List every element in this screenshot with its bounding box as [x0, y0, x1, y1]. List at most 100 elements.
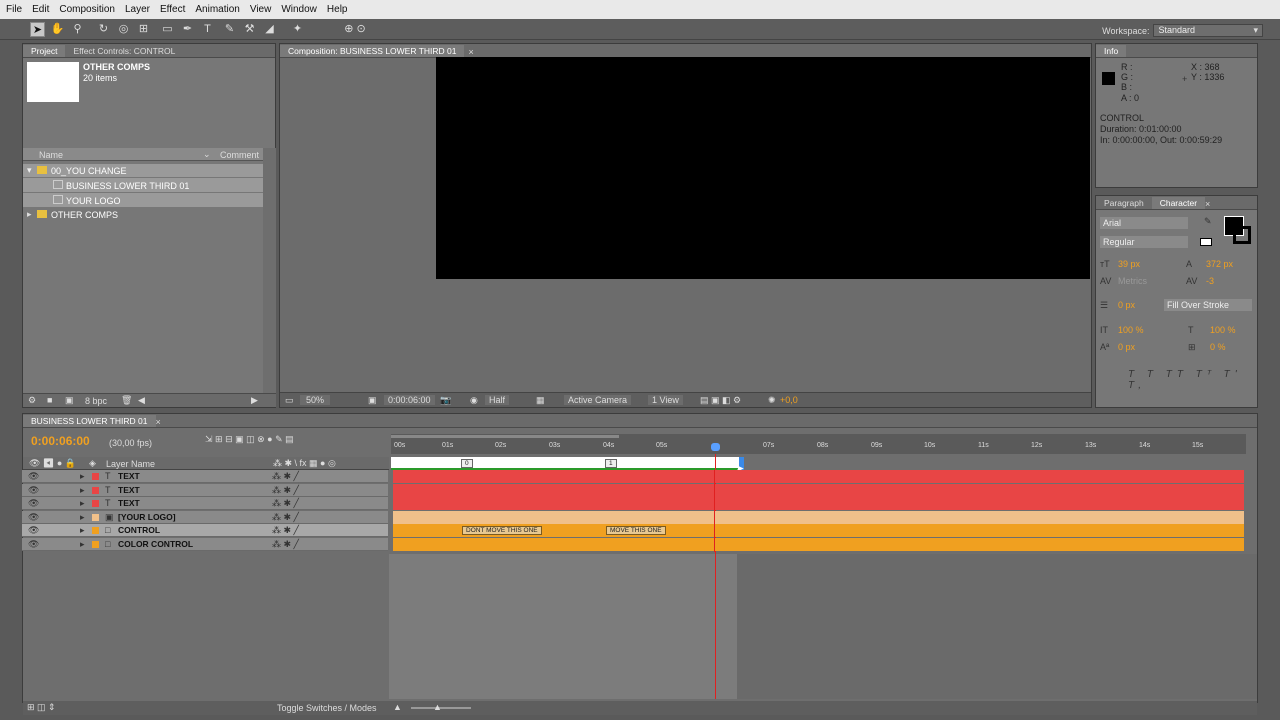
- new-comp-icon[interactable]: ▣: [65, 395, 74, 406]
- visibility-eye-icon[interactable]: 👁: [28, 525, 39, 536]
- layer-switches[interactable]: ⁂ ✱ ╱: [272, 471, 299, 482]
- timeline-current-time[interactable]: 0:00:06:00: [31, 434, 90, 448]
- expand-twirl-icon[interactable]: ▸: [80, 539, 85, 550]
- leading-value[interactable]: 372 px: [1206, 259, 1233, 269]
- layer-marker[interactable]: DONT MOVE THIS ONE: [462, 526, 542, 536]
- menu-window[interactable]: Window: [281, 4, 317, 15]
- layer-marker[interactable]: MOVE THIS ONE: [606, 526, 666, 536]
- resolution-dropdown[interactable]: Half: [485, 395, 510, 405]
- tab-project[interactable]: Project: [23, 45, 66, 57]
- switches-icons[interactable]: ⁂ ✱ \ fx ▦ ● ◎: [273, 458, 336, 469]
- brush-tool-icon[interactable]: ✎: [222, 22, 237, 37]
- label-color-swatch[interactable]: [92, 527, 99, 535]
- tab-effect-controls[interactable]: Effect Controls: CONTROL: [65, 45, 183, 57]
- playhead-handle[interactable]: [711, 443, 720, 451]
- scroll-right-icon[interactable]: ▶: [251, 395, 258, 406]
- layer-duration-bar[interactable]: [393, 538, 1244, 551]
- layer-switches[interactable]: ⁂ ✱ ╱: [272, 485, 299, 496]
- font-family-dropdown[interactable]: Arial: [1100, 217, 1188, 229]
- menu-animation[interactable]: Animation: [195, 4, 239, 15]
- label-color-swatch[interactable]: [92, 473, 99, 480]
- menu-composition[interactable]: Composition: [59, 4, 115, 15]
- new-folder-icon[interactable]: ■: [47, 395, 52, 405]
- tab-character[interactable]: Character: [1151, 197, 1206, 209]
- work-area-bar[interactable]: [391, 435, 619, 438]
- baseline-shift-value[interactable]: 0 px: [1118, 342, 1135, 352]
- expand-twirl-icon[interactable]: ▸: [80, 485, 85, 496]
- menu-edit[interactable]: Edit: [32, 4, 49, 15]
- font-style-dropdown[interactable]: Regular: [1100, 236, 1188, 248]
- vertical-scale-value[interactable]: 100 %: [1118, 325, 1144, 335]
- exposure-icon[interactable]: ✺: [768, 395, 776, 406]
- fast-previews-icon[interactable]: ▤ ▣ ◧ ⚙: [700, 395, 741, 406]
- current-time-display[interactable]: 0:00:06:00: [384, 395, 435, 405]
- close-icon[interactable]: ×: [1205, 199, 1210, 209]
- clone-stamp-tool-icon[interactable]: ⚒: [242, 22, 257, 37]
- zoom-slider-thumb-icon[interactable]: ▲: [433, 702, 442, 712]
- layer-duration-bar[interactable]: [393, 510, 1244, 524]
- timeline-switch-icons[interactable]: ⇲ ⊞ ⊟ ▣ ◫ ⊗ ● ✎ ▤: [205, 434, 294, 445]
- puppet-tool-icon[interactable]: ✦: [290, 22, 305, 37]
- col-layer-name[interactable]: Layer Name: [106, 459, 155, 469]
- layer-switches[interactable]: ⁂ ✱ ╱: [272, 525, 299, 536]
- workspace-dropdown[interactable]: Standard: [1153, 24, 1264, 37]
- tab-paragraph[interactable]: Paragraph: [1096, 197, 1152, 209]
- font-size-value[interactable]: 39 px: [1118, 259, 1140, 269]
- project-item-comp[interactable]: BUSINESS LOWER THIRD 01: [23, 178, 263, 192]
- layer-switches[interactable]: ⁂ ✱ ╱: [272, 498, 299, 509]
- zoom-dropdown[interactable]: 50%: [300, 395, 331, 405]
- layer-switches[interactable]: ⁂ ✱ ╱: [272, 539, 299, 550]
- zoom-out-icon[interactable]: ▲: [393, 702, 402, 712]
- menu-help[interactable]: Help: [327, 4, 348, 15]
- horizontal-scale-value[interactable]: 100 %: [1210, 325, 1236, 335]
- visibility-eye-icon[interactable]: 👁: [28, 512, 39, 523]
- trash-icon[interactable]: 🗑: [121, 395, 132, 406]
- layer-duration-bar[interactable]: [393, 470, 1244, 483]
- menu-file[interactable]: File: [6, 4, 22, 15]
- layer-row[interactable]: 👁 ▸ ▣ [YOUR LOGO] ⁂ ✱ ╱: [22, 510, 388, 524]
- eyedropper-icon[interactable]: ✎: [1204, 216, 1212, 227]
- exposure-value[interactable]: +0,0: [780, 395, 798, 405]
- camera-icon[interactable]: 📷: [440, 395, 451, 406]
- expand-twirl-icon[interactable]: ▸: [80, 525, 85, 536]
- view-layout-dropdown[interactable]: 1 View: [648, 395, 683, 405]
- label-color-swatch[interactable]: [92, 541, 99, 548]
- label-icon[interactable]: ◈: [89, 458, 96, 469]
- white-swatch[interactable]: [1200, 238, 1212, 246]
- layer-name[interactable]: [YOUR LOGO]: [118, 512, 176, 522]
- menu-view[interactable]: View: [250, 4, 272, 15]
- close-icon[interactable]: ×: [468, 47, 473, 57]
- layer-row[interactable]: 👁 ▸ □ CONTROL ⁂ ✱ ╱: [22, 524, 388, 538]
- visibility-eye-icon[interactable]: 👁: [28, 539, 39, 550]
- layer-row[interactable]: 👁 ▸ T TEXT ⁂ ✱ ╱: [22, 483, 388, 497]
- col-name[interactable]: Name: [39, 150, 63, 160]
- tab-timeline[interactable]: BUSINESS LOWER THIRD 01: [23, 415, 156, 427]
- hand-tool-icon[interactable]: ✋: [50, 22, 65, 37]
- chevron-down-icon[interactable]: ▾: [1253, 25, 1258, 36]
- camera-tool-icon[interactable]: ◎: [116, 22, 131, 37]
- comp-marker[interactable]: 0: [461, 459, 473, 468]
- faux-style-icons[interactable]: T T TT Tᵀ T' T,: [1128, 369, 1257, 391]
- chevron-right-icon[interactable]: ▸: [27, 209, 32, 220]
- tsume-value[interactable]: 0 %: [1210, 342, 1226, 352]
- layer-switches-pane-icons[interactable]: ⊞ ◫ ⇕: [27, 702, 56, 713]
- pan-behind-tool-icon[interactable]: ⊞: [136, 22, 151, 37]
- menu-layer[interactable]: Layer: [125, 4, 150, 15]
- always-preview-icon[interactable]: ▭: [285, 395, 294, 406]
- expand-twirl-icon[interactable]: ▸: [80, 471, 85, 482]
- zoom-tool-icon[interactable]: ⚲: [70, 22, 85, 37]
- comp-marker[interactable]: 1: [605, 459, 617, 468]
- project-item-folder[interactable]: ▾ 00_YOU CHANGE: [23, 164, 263, 177]
- axis-mode-icon[interactable]: ⊕ ⊙: [340, 22, 370, 37]
- visibility-eye-icon[interactable]: 👁: [28, 471, 39, 482]
- rotate-tool-icon[interactable]: ↻: [96, 22, 111, 37]
- project-scrollbar[interactable]: [263, 148, 276, 393]
- chevron-down-icon[interactable]: ▾: [27, 165, 32, 176]
- scroll-left-icon[interactable]: ◀: [138, 395, 145, 406]
- layer-name[interactable]: CONTROL: [118, 525, 160, 535]
- layer-row[interactable]: 👁 ▸ □ COLOR CONTROL ⁂ ✱ ╱: [22, 538, 388, 551]
- visibility-eye-icon[interactable]: 👁: [28, 498, 39, 509]
- col-comment[interactable]: Comment: [220, 150, 259, 160]
- snapshot-icon[interactable]: ▣: [368, 395, 377, 406]
- selection-tool-icon[interactable]: ➤: [30, 22, 45, 37]
